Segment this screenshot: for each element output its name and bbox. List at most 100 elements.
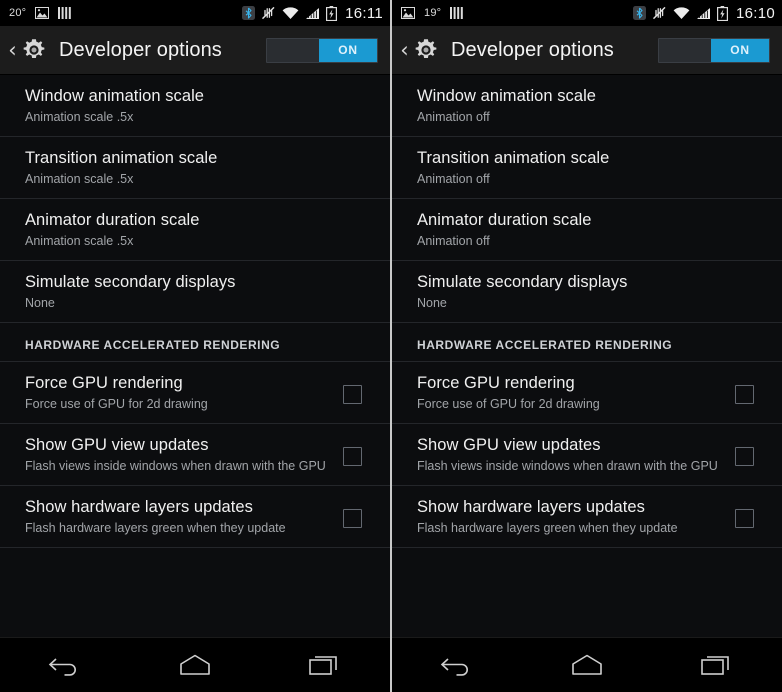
list-item-title: Simulate secondary displays — [417, 273, 628, 291]
gear-icon[interactable] — [20, 36, 48, 64]
phone-screen-left: 20° 16:11 ‹ Developer options ON Window … — [0, 0, 391, 692]
action-bar: ‹ Developer options ON — [392, 26, 782, 75]
back-icon[interactable] — [30, 645, 100, 685]
clock-text: 16:10 — [735, 4, 775, 22]
page-title: Developer options — [451, 38, 614, 61]
back-chevron-icon[interactable]: ‹ — [6, 39, 19, 61]
list-item[interactable]: Show GPU view updates Flash views inside… — [392, 424, 782, 486]
list-item[interactable]: Force GPU rendering Force use of GPU for… — [0, 362, 390, 424]
list-item-title: Animator duration scale — [417, 211, 592, 229]
back-chevron-icon[interactable]: ‹ — [398, 39, 411, 61]
developer-options-toggle[interactable]: ON — [658, 37, 770, 63]
toggle-track — [267, 39, 319, 62]
list-item-text: Transition animation scale Animation off — [417, 148, 764, 187]
settings-list[interactable]: Window animation scale Animation scale .… — [0, 75, 390, 637]
page-title: Developer options — [59, 38, 222, 61]
comparison-screenshot: 20° 16:11 ‹ Developer options ON Window … — [0, 0, 782, 692]
list-item[interactable]: Simulate secondary displays None — [0, 261, 390, 323]
home-icon[interactable] — [552, 645, 622, 685]
list-item-title: Animator duration scale — [25, 211, 200, 229]
image-icon — [35, 7, 50, 19]
list-item-title: Show GPU view updates — [25, 436, 209, 454]
signal-icon — [696, 7, 711, 20]
status-bar-right-icons: 16:10 — [632, 4, 775, 22]
list-item-text: Animator duration scale Animation off — [417, 210, 764, 249]
home-icon[interactable] — [160, 645, 230, 685]
vibrate-muted-icon — [261, 6, 276, 20]
list-item[interactable]: Window animation scale Animation scale .… — [0, 75, 390, 137]
list-item-text: Show GPU view updates Flash views inside… — [25, 435, 331, 474]
list-item-subtitle: Flash views inside windows when drawn wi… — [417, 459, 718, 473]
list-item-title: Transition animation scale — [25, 149, 218, 167]
list-item-subtitle: Force use of GPU for 2d drawing — [25, 397, 208, 411]
recents-icon[interactable] — [682, 645, 752, 685]
status-bar: 20° 16:11 — [0, 0, 390, 26]
list-item[interactable]: Animator duration scale Animation off — [392, 199, 782, 261]
list-item[interactable]: Show hardware layers updates Flash hardw… — [0, 486, 390, 548]
phone-screen-right: 19° 16:10 ‹ Developer options ON Window … — [391, 0, 782, 692]
checkbox[interactable] — [343, 447, 362, 466]
list-item[interactable]: Show hardware layers updates Flash hardw… — [392, 486, 782, 548]
wifi-icon — [673, 6, 690, 20]
temperature-text: 19° — [424, 7, 442, 19]
checkbox[interactable] — [735, 509, 754, 528]
list-item-subtitle: Flash hardware layers green when they up… — [25, 521, 286, 535]
list-item-text: Simulate secondary displays None — [25, 272, 372, 311]
list-item-subtitle: Animation scale .5x — [25, 172, 134, 186]
list-item-title: Force GPU rendering — [417, 374, 575, 392]
section-header-label: HARDWARE ACCELERATED RENDERING — [417, 338, 673, 352]
list-item[interactable]: Window animation scale Animation off — [392, 75, 782, 137]
back-icon[interactable] — [422, 645, 492, 685]
image-icon — [401, 7, 415, 19]
wifi-icon — [282, 6, 299, 20]
toggle-track — [659, 39, 711, 62]
checkbox[interactable] — [735, 447, 754, 466]
list-item-subtitle: None — [25, 296, 55, 310]
list-item-title: Show hardware layers updates — [25, 498, 253, 516]
list-item-text: Show GPU view updates Flash views inside… — [417, 435, 723, 474]
barcode-icon — [58, 6, 72, 20]
list-item-subtitle: Animation scale .5x — [25, 234, 134, 248]
recents-icon[interactable] — [290, 645, 360, 685]
list-item-text: Force GPU rendering Force use of GPU for… — [417, 373, 723, 412]
list-item-subtitle: Force use of GPU for 2d drawing — [417, 397, 600, 411]
list-item[interactable]: Simulate secondary displays None — [392, 261, 782, 323]
battery-charging-icon — [716, 5, 728, 21]
list-item[interactable]: Force GPU rendering Force use of GPU for… — [392, 362, 782, 424]
checkbox[interactable] — [343, 385, 362, 404]
checkbox[interactable] — [735, 385, 754, 404]
navigation-bar — [0, 637, 390, 692]
list-item-title: Force GPU rendering — [25, 374, 183, 392]
status-bar-left-icons: 20° — [9, 6, 242, 20]
list-item-text: Window animation scale Animation scale .… — [25, 86, 372, 125]
list-item-title: Window animation scale — [417, 87, 597, 105]
bluetooth-icon — [632, 6, 646, 20]
list-item-subtitle: Animation off — [417, 234, 490, 248]
checkbox[interactable] — [343, 509, 362, 528]
status-bar-left-icons: 19° — [401, 6, 633, 20]
navigation-bar — [392, 637, 782, 692]
section-header-label: HARDWARE ACCELERATED RENDERING — [25, 338, 281, 352]
list-item-text: Show hardware layers updates Flash hardw… — [417, 497, 723, 536]
status-bar: 19° 16:10 — [392, 0, 782, 26]
list-item-subtitle: Animation off — [417, 172, 490, 186]
signal-icon — [305, 7, 320, 20]
clock-text: 16:11 — [345, 4, 383, 22]
list-item-title: Show hardware layers updates — [417, 498, 645, 516]
list-item-text: Window animation scale Animation off — [417, 86, 764, 125]
list-item-text: Show hardware layers updates Flash hardw… — [25, 497, 331, 536]
section-header: HARDWARE ACCELERATED RENDERING — [0, 323, 390, 362]
list-item[interactable]: Transition animation scale Animation off — [392, 137, 782, 199]
list-item[interactable]: Transition animation scale Animation sca… — [0, 137, 390, 199]
list-item-title: Window animation scale — [25, 87, 205, 105]
list-item[interactable]: Show GPU view updates Flash views inside… — [0, 424, 390, 486]
list-item-text: Animator duration scale Animation scale … — [25, 210, 372, 249]
toggle-thumb: ON — [711, 38, 769, 62]
gear-icon[interactable] — [412, 36, 440, 64]
barcode-icon — [450, 6, 464, 20]
bluetooth-icon — [242, 6, 256, 20]
settings-list[interactable]: Window animation scale Animation off Tra… — [392, 75, 782, 637]
developer-options-toggle[interactable]: ON — [266, 37, 378, 63]
list-item[interactable]: Animator duration scale Animation scale … — [0, 199, 390, 261]
toggle-thumb: ON — [319, 38, 377, 62]
